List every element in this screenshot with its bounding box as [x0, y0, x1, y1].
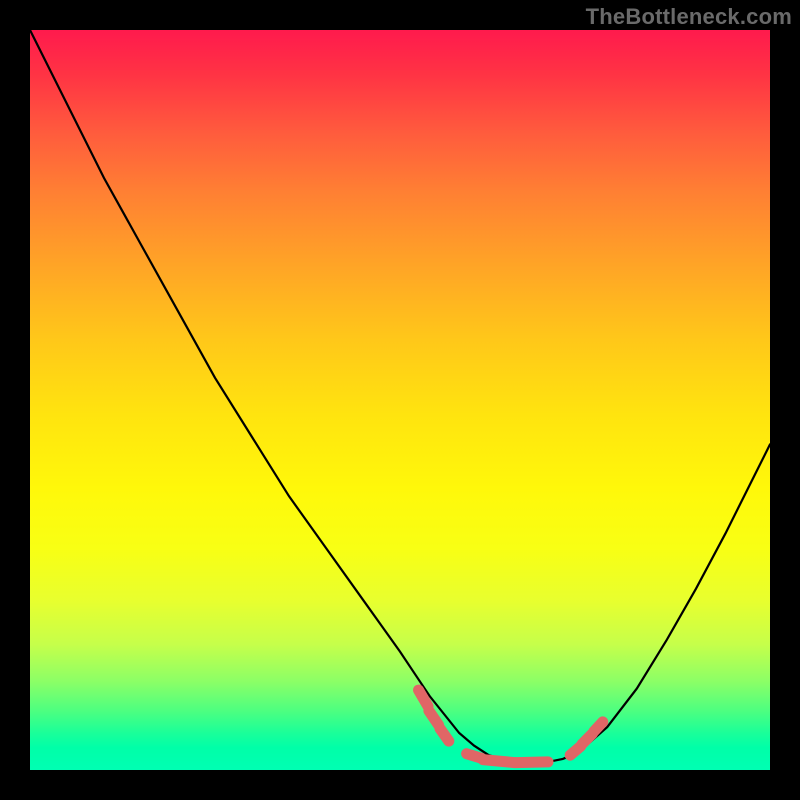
watermark-label: TheBottleneck.com: [586, 4, 792, 30]
highlight-segment: [594, 722, 603, 732]
highlight-segment: [429, 711, 439, 725]
highlight-group: [419, 690, 603, 763]
highlight-segment: [516, 762, 548, 763]
plot-area: [30, 30, 770, 770]
chart-svg: [30, 30, 770, 770]
highlight-segment: [440, 729, 449, 742]
highlight-segment: [483, 760, 515, 763]
chart-frame: TheBottleneck.com: [0, 0, 800, 800]
curve-path: [30, 30, 770, 763]
